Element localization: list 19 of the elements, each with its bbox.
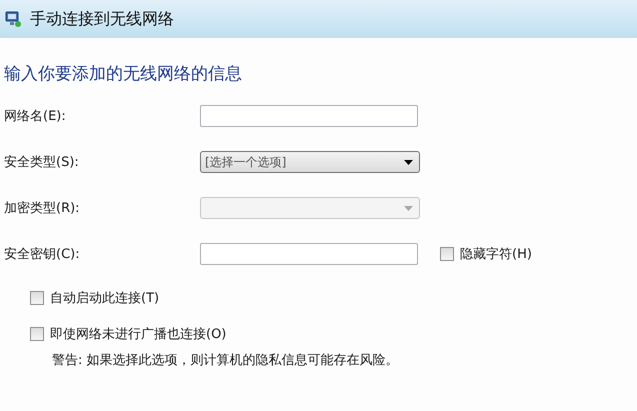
- network-icon: [4, 10, 22, 28]
- dropdown[interactable]: [选择一个选项]: [200, 151, 420, 173]
- checkbox-label: 隐藏字符(H): [460, 246, 532, 263]
- window-title: 手动连接到无线网络: [30, 8, 174, 30]
- input-field[interactable]: [200, 105, 418, 127]
- heading: 输入你要添加的无线网络的信息: [4, 63, 243, 85]
- checkbox[interactable]: [440, 247, 454, 261]
- field-label: 网络名(E):: [3, 108, 67, 125]
- field-label: 安全类型(S):: [3, 154, 80, 171]
- field-label: 安全密钥(C):: [3, 246, 81, 263]
- caret-icon: [404, 160, 413, 164]
- field-label: 加密类型(R):: [3, 200, 81, 217]
- checkbox-label: 即使网络未进行广播也连接(O): [50, 326, 226, 343]
- checkbox[interactable]: [30, 327, 44, 341]
- input-field[interactable]: [200, 243, 418, 265]
- caret-icon: [404, 206, 413, 210]
- warning-text: 警告: 如果选择此选项，则计算机的隐私信息可能存在风险。: [52, 352, 400, 369]
- checkbox[interactable]: [30, 291, 44, 305]
- checkbox-label: 自动启动此连接(T): [50, 290, 160, 307]
